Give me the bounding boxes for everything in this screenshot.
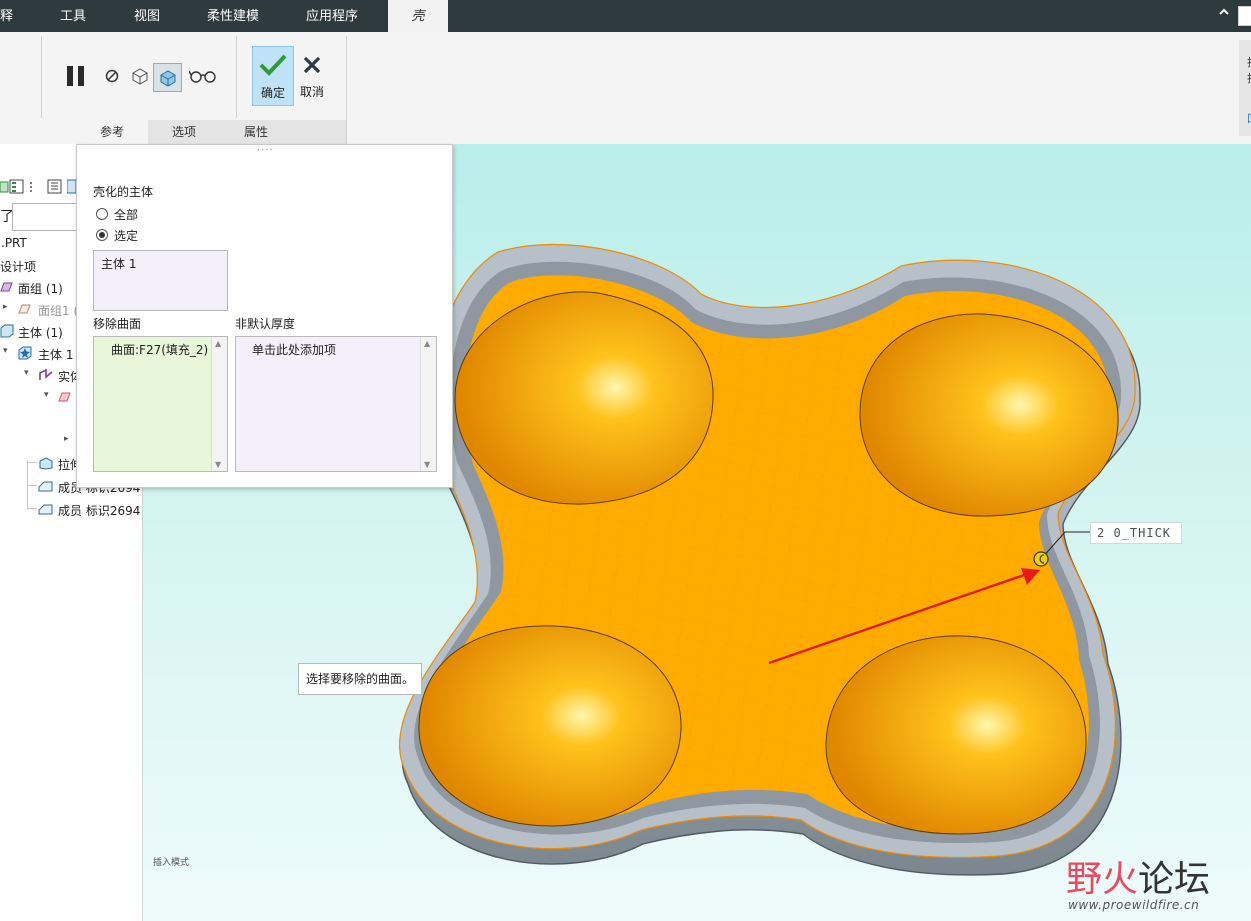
- selection-tooltip: 选择要移除的曲面。: [298, 663, 422, 695]
- divider: [346, 36, 347, 146]
- cancel-label: 取消: [299, 85, 324, 99]
- panel-grip[interactable]: ····: [257, 145, 274, 156]
- tab-view[interactable]: 视图: [134, 0, 174, 32]
- tree-root-part[interactable]: .PRT: [1, 236, 27, 250]
- cancel-button[interactable]: 取消: [294, 46, 330, 104]
- right-side-panel: 排 排 凹: [1239, 40, 1251, 136]
- radio-all[interactable]: [96, 208, 108, 220]
- tree-columns-icon[interactable]: [9, 179, 25, 195]
- divider: [236, 36, 237, 118]
- dome-bottom-left[interactable]: [418, 625, 682, 827]
- surface-icon: [58, 392, 71, 402]
- expand-icon[interactable]: ▸: [64, 434, 69, 444]
- tree-body-1[interactable]: 主体 1: [38, 346, 73, 363]
- watermark-red: 野火: [1066, 859, 1139, 900]
- tab-applications[interactable]: 应用程序: [306, 0, 376, 32]
- watermark-logo: 野火论坛: [1066, 850, 1210, 902]
- menu-bar: 释 工具 视图 柔性建模 应用程序 壳: [0, 0, 1251, 32]
- tree-quilts[interactable]: 面组 (1): [18, 280, 63, 297]
- close-icon: [303, 56, 321, 74]
- tab-references[interactable]: 参考: [76, 120, 149, 144]
- panel-link[interactable]: 凹: [1247, 110, 1251, 126]
- radio-selected-label: 选定: [114, 229, 139, 243]
- more-icon[interactable]: [28, 179, 34, 195]
- tree-quilt-1[interactable]: 面组1 (: [38, 302, 78, 319]
- body-icon: [18, 346, 32, 360]
- collapse-ribbon-icon[interactable]: [1218, 6, 1232, 20]
- quilt-group-icon: [0, 282, 13, 292]
- shell-bodies-label: 壳化的主体: [93, 185, 154, 199]
- watermark-dark: 论坛: [1138, 859, 1211, 900]
- tree-line: [27, 462, 37, 463]
- dome-top-left[interactable]: [454, 291, 714, 505]
- thickness-annotation[interactable]: 2 0_THICK: [1090, 522, 1182, 544]
- add-item-hint[interactable]: 单击此处添加项: [252, 341, 336, 358]
- scrollbar[interactable]: ▲ ▼: [420, 337, 436, 471]
- collapse-icon[interactable]: ▾: [24, 368, 29, 378]
- expand-icon[interactable]: ▸: [3, 302, 8, 312]
- panel-char: 排: [1247, 70, 1251, 86]
- nondefault-thickness-list[interactable]: 单击此处添加项 ▲ ▼: [235, 336, 437, 472]
- bodies-icon: [0, 324, 14, 338]
- tab-flexible-modeling[interactable]: 柔性建模: [207, 0, 277, 32]
- forum-watermark: 野火论坛 www.proewildfire.cn: [1062, 850, 1247, 916]
- tab-options[interactable]: 选项: [148, 120, 221, 144]
- thickness-handle-icon[interactable]: [1033, 551, 1049, 567]
- references-panel: ···· 壳化的主体 全部 选定 主体 1 移除曲面 非默认厚度 曲面:F27(…: [76, 144, 453, 488]
- tree-design-items[interactable]: 设计项: [0, 258, 36, 275]
- member-icon: [38, 481, 53, 492]
- solid-feature-icon: [39, 368, 53, 380]
- pause-icon[interactable]: [62, 62, 90, 90]
- extrude-icon: [39, 457, 53, 470]
- ok-button[interactable]: 确定: [252, 46, 294, 106]
- collapse-icon[interactable]: ▾: [3, 346, 8, 356]
- verify-preview-icon[interactable]: [153, 63, 182, 92]
- list-item[interactable]: 主体 1: [101, 255, 136, 272]
- show-icon[interactable]: [47, 179, 63, 195]
- shell-dashboard: 确定 取消 参考 选项 属性 排 排 凹: [0, 32, 1251, 146]
- list-item[interactable]: 曲面:F27(填充_2): [111, 341, 208, 358]
- tab-properties[interactable]: 属性: [220, 120, 293, 144]
- tab-tools[interactable]: 工具: [60, 0, 100, 32]
- shell-bodies-list[interactable]: 主体 1: [93, 250, 228, 311]
- glasses-icon[interactable]: [188, 65, 218, 87]
- radio-selected[interactable]: [96, 229, 108, 241]
- dome-bottom-right[interactable]: [825, 635, 1087, 835]
- search-box[interactable]: [1238, 6, 1251, 26]
- insert-mode-label: 插入模式: [153, 858, 190, 868]
- ok-label: 确定: [260, 86, 285, 100]
- tree-line: [27, 485, 37, 486]
- tree-member[interactable]: 成员 标识2694: [58, 502, 140, 519]
- no-preview-icon[interactable]: [102, 66, 122, 86]
- tab-shell[interactable]: 壳: [388, 0, 448, 32]
- separate-preview-icon[interactable]: [128, 64, 152, 88]
- tab-annotate[interactable]: 释: [0, 0, 20, 32]
- scrollbar[interactable]: ▲ ▼: [211, 337, 227, 471]
- checkmark-icon: [259, 54, 287, 76]
- member-icon: [38, 504, 53, 515]
- tab-filler: [292, 120, 346, 144]
- nondefault-thickness-label: 非默认厚度: [235, 317, 296, 331]
- collapse-icon[interactable]: ▾: [44, 390, 49, 400]
- panel-char: 排: [1247, 54, 1251, 70]
- tree-bodies[interactable]: 主体 (1): [18, 324, 63, 341]
- tree-line: [27, 508, 37, 509]
- watermark-url: www.proewildfire.cn: [1068, 898, 1200, 912]
- quilt-icon: [18, 304, 31, 314]
- divider: [41, 36, 42, 118]
- radio-all-label: 全部: [114, 208, 139, 222]
- remove-surfaces-label: 移除曲面: [93, 317, 142, 331]
- remove-surfaces-list[interactable]: 曲面:F27(填充_2) ▲ ▼: [93, 336, 228, 472]
